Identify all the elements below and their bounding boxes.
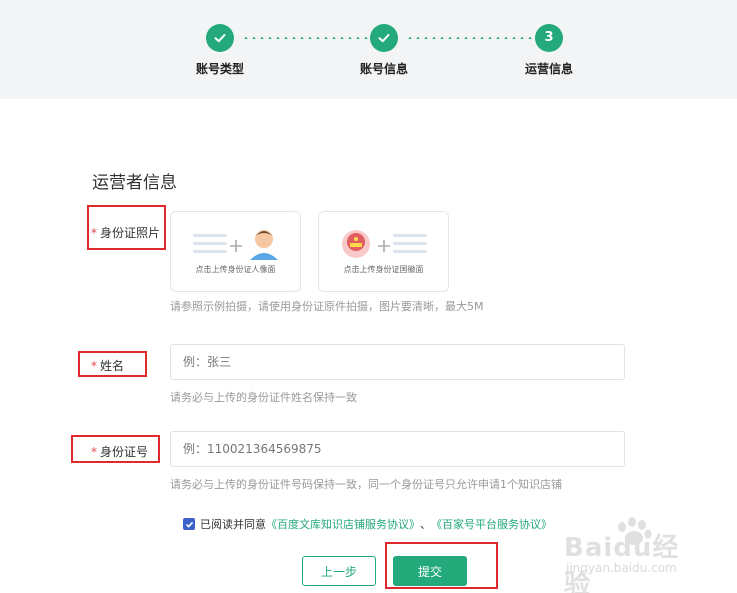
watermark-url: jingyan.baidu.com <box>566 561 677 575</box>
name-label-text: 姓名 <box>100 359 125 373</box>
step-account-info: 账号信息 <box>334 24 434 77</box>
required-mark: * <box>91 359 97 373</box>
wenku-agreement-link[interactable]: 《百度文库知识店铺服务协议》 <box>266 516 420 532</box>
form-page: 账号类型 账号信息 3 运营信息 运营者信息 * 身份证照片 点击上传身份证人像… <box>0 0 737 593</box>
check-icon <box>370 24 398 52</box>
required-mark: * <box>91 445 97 459</box>
id-photo-label-text: 身份证照片 <box>100 226 161 240</box>
id-number-input[interactable] <box>170 431 625 467</box>
national-emblem-icon <box>342 230 427 258</box>
step-label: 运营信息 <box>524 62 573 76</box>
step-label: 账号信息 <box>359 62 408 76</box>
check-icon <box>185 521 193 528</box>
name-hint: 请务必与上传的身份证件姓名保持一致 <box>170 391 357 404</box>
name-label: * 姓名 <box>91 357 124 374</box>
step-account-type: 账号类型 <box>170 24 270 77</box>
prev-step-button[interactable]: 上一步 <box>302 556 376 586</box>
id-number-label: * 身份证号 <box>91 443 148 460</box>
submit-button[interactable]: 提交 <box>393 556 467 586</box>
agreement-separator: 、 <box>420 518 431 531</box>
agreement-checkbox[interactable] <box>183 518 195 530</box>
upload-caption: 点击上传身份证国徽面 <box>343 265 424 274</box>
id-number-hint: 请务必与上传的身份证件号码保持一致，同一个身份证号只允许申请1个知识店铺 <box>170 478 562 491</box>
id-photo-hint: 请参照示例拍摄，请使用身份证原件拍摄，图片要清晰，最大5M <box>170 300 484 313</box>
name-input[interactable] <box>170 344 625 380</box>
id-front-icon <box>193 230 278 260</box>
progress-stepper: 账号类型 账号信息 3 运营信息 <box>0 0 737 99</box>
section-title: 运营者信息 <box>92 173 177 193</box>
step-number: 3 <box>535 24 563 52</box>
upload-id-back[interactable]: 点击上传身份证国徽面 <box>318 211 449 292</box>
check-icon <box>206 24 234 52</box>
upload-id-front[interactable]: 点击上传身份证人像面 <box>170 211 301 292</box>
upload-caption: 点击上传身份证人像面 <box>195 265 276 274</box>
agreement-text: 已阅读并同意 <box>200 518 266 531</box>
id-photo-label: * 身份证照片 <box>91 224 160 241</box>
step-label: 账号类型 <box>195 62 244 76</box>
baijiahao-agreement-link[interactable]: 《百家号平台服务协议》 <box>431 516 552 532</box>
baidu-jingyan-watermark: Baidu经验 jingyan.baidu.com <box>560 513 700 593</box>
agreement-row: 已阅读并同意 《百度文库知识店铺服务协议》 、 《百家号平台服务协议》 <box>183 516 552 532</box>
required-mark: * <box>91 226 97 240</box>
id-number-label-text: 身份证号 <box>100 445 149 459</box>
step-operation-info: 3 运营信息 <box>499 24 599 77</box>
watermark-brand: Baidu经验 <box>564 533 680 593</box>
